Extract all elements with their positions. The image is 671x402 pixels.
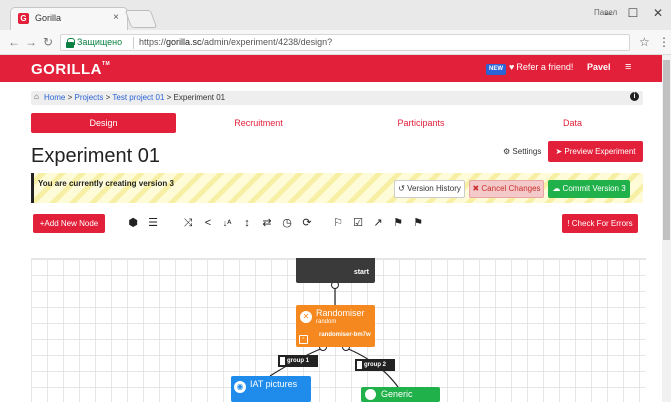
generic-node[interactable]: Generic xyxy=(361,387,440,402)
branch-label: group 1 xyxy=(287,358,309,364)
branch-group-1[interactable]: group 1 xyxy=(278,355,318,367)
start-node[interactable]: start xyxy=(296,258,375,283)
shuffle-icon: ✕ xyxy=(300,311,312,323)
node-name: Generic xyxy=(381,389,413,399)
branch-label: group 2 xyxy=(364,362,386,368)
randomiser-type: random xyxy=(316,319,337,325)
iat-pictures-node[interactable]: ◉ IAT pictures xyxy=(231,376,311,402)
eye-icon: ◉ xyxy=(234,381,246,393)
node-name: IAT pictures xyxy=(250,379,298,389)
copy-icon[interactable]: ▫ xyxy=(299,335,308,344)
generic-icon xyxy=(365,389,376,400)
randomiser-name: Randomiser xyxy=(316,308,365,318)
start-label: start xyxy=(353,269,369,276)
tag-icon xyxy=(280,357,285,365)
randomiser-id: randomiser-bm7w xyxy=(319,332,371,338)
branch-group-2[interactable]: group 2 xyxy=(355,359,395,371)
tag-icon xyxy=(357,361,362,369)
randomiser-node[interactable]: ✕ Randomiser random randomiser-bm7w ▫ xyxy=(296,305,375,347)
